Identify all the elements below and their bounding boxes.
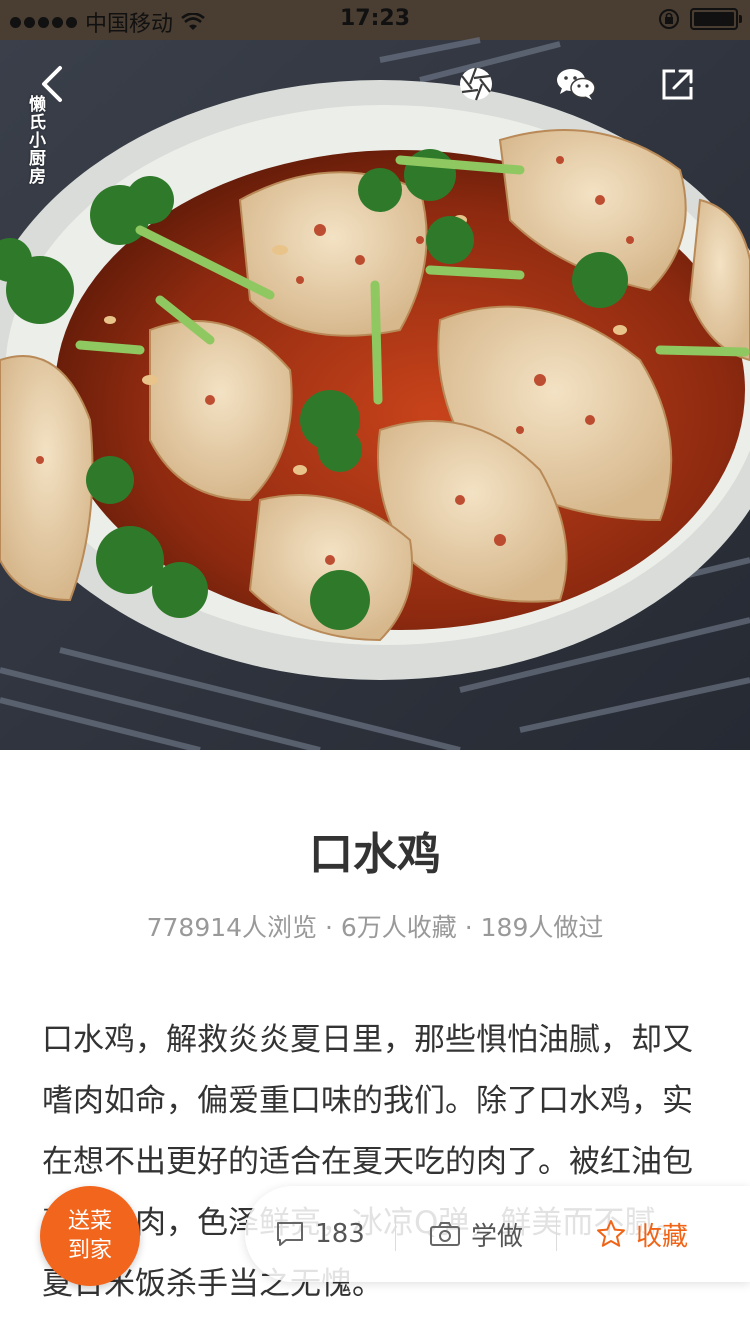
recipe-title: 口水鸡 <box>309 829 441 880</box>
cook-label: 学做 <box>470 1221 523 1252</box>
status-bar: 中国移动 17:23 <box>0 0 750 40</box>
comment-count: 183 <box>315 1219 365 1249</box>
wechat-icon <box>557 69 596 100</box>
status-time: 17:23 <box>339 6 411 31</box>
cook-button[interactable]: 学做 <box>396 1186 556 1282</box>
delivery-label-line2: 到家 <box>67 1238 112 1263</box>
comment-icon <box>277 1222 304 1246</box>
comment-button[interactable]: 183 <box>245 1186 395 1282</box>
recipe-hero-image <box>0 0 750 750</box>
star-icon <box>596 1220 625 1247</box>
share-wechat-button[interactable] <box>554 62 598 106</box>
aperture-icon <box>460 67 492 101</box>
delivery-label-line1: 送菜 <box>67 1209 112 1234</box>
recipe-stats: 778914人浏览 · 6万人收藏 · 189人做过 <box>146 913 604 942</box>
share-icon <box>662 69 693 100</box>
bottom-action-bar: 183 学做 收藏 <box>245 1186 750 1282</box>
status-bar-right <box>658 8 742 30</box>
delivery-button[interactable]: 送菜 到家 <box>40 1186 140 1286</box>
dish-photo <box>0 0 750 750</box>
favorite-button[interactable]: 收藏 <box>557 1186 727 1282</box>
favorite-label: 收藏 <box>635 1221 688 1252</box>
camera-icon <box>429 1222 460 1246</box>
share-button[interactable] <box>656 62 700 106</box>
share-moments-button[interactable] <box>454 62 498 106</box>
orientation-lock-icon <box>659 9 679 29</box>
photo-watermark: 懒氏小厨房 <box>25 95 45 185</box>
battery-icon <box>690 8 742 30</box>
